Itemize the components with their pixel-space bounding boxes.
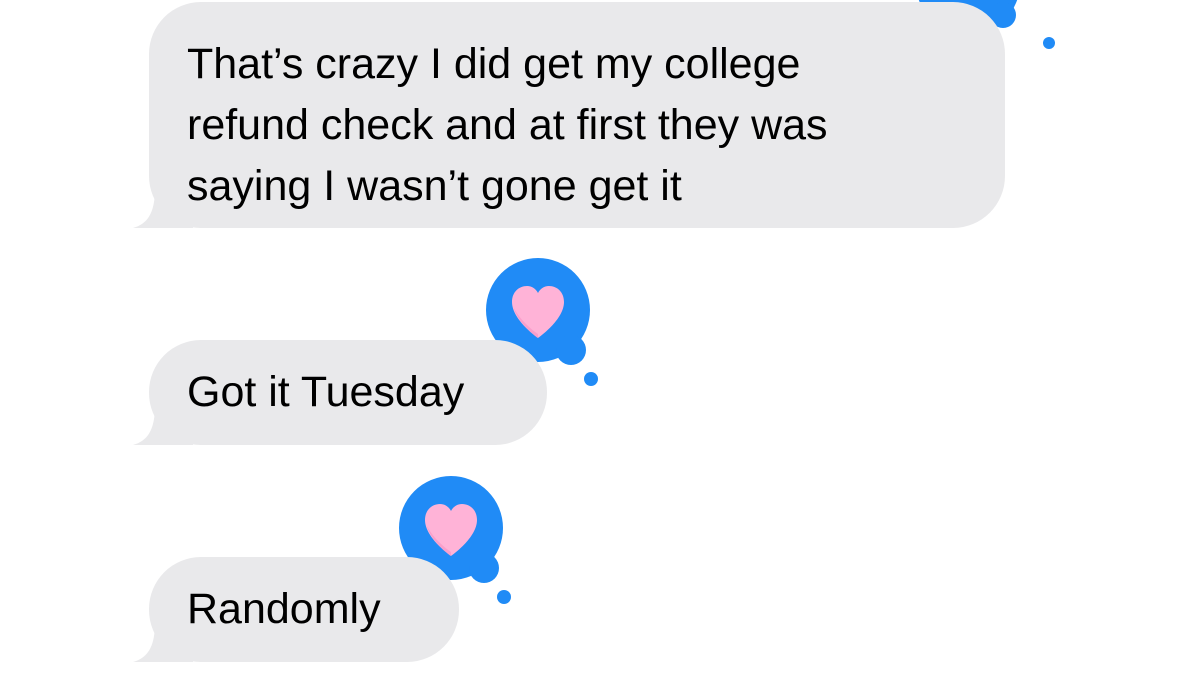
message-bubble[interactable]: Got it Tuesday	[133, 340, 547, 445]
bubble-tail	[133, 188, 193, 228]
bubble-tail	[133, 622, 193, 662]
message-bubble[interactable]: That’s crazy I did get my college refund…	[133, 2, 1005, 228]
bubble-tail	[133, 405, 193, 445]
message-text: That’s crazy I did get my college refund…	[187, 40, 828, 210]
message-text: Got it Tuesday	[187, 368, 465, 416]
message-text: Randomly	[187, 585, 381, 633]
message-bubble[interactable]: Randomly	[133, 557, 459, 662]
